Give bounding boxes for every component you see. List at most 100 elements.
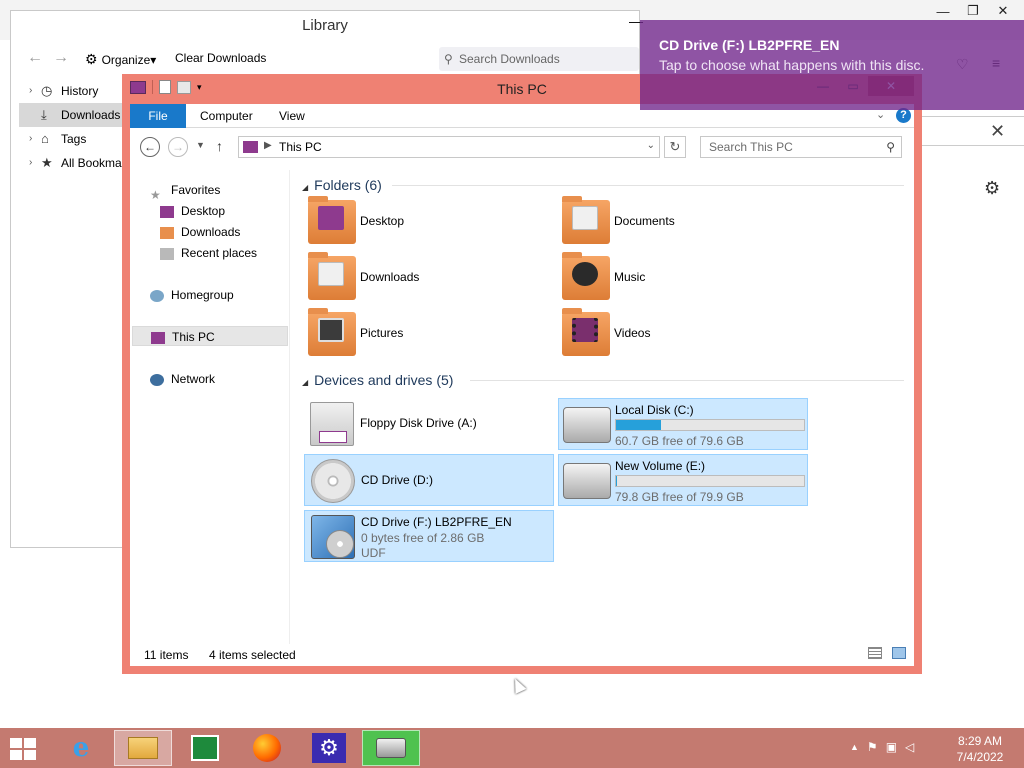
recent-locations-icon[interactable]: ▼ bbox=[196, 140, 205, 150]
explorer-body: File Computer View ⌄ ? ← → ▼ ↑ ▶ This PC… bbox=[130, 104, 914, 666]
search-downloads-input[interactable]: ⚲ Search Downloads bbox=[439, 47, 639, 71]
download-icon: ⤓ bbox=[41, 107, 47, 122]
file-explorer-taskbar-button[interactable] bbox=[114, 730, 172, 766]
firefox-taskbar-button[interactable] bbox=[238, 730, 296, 766]
show-hidden-icons-icon[interactable]: ▲ bbox=[850, 742, 859, 754]
settings-taskbar-button[interactable]: ⚙ bbox=[300, 730, 358, 766]
search-input[interactable]: Search This PC ⚲ bbox=[700, 136, 902, 158]
volume-muted-icon[interactable]: ◁ bbox=[905, 740, 914, 754]
firefox-close-button[interactable]: ✕ bbox=[988, 0, 1018, 22]
address-bar[interactable]: ▶ This PC ⌄ bbox=[238, 136, 660, 158]
cd-disc-icon bbox=[311, 459, 355, 503]
folders-group-header[interactable]: ◢ Folders (6) bbox=[302, 175, 382, 195]
clock-date: 7/4/2022 bbox=[956, 750, 1004, 764]
status-bar: 11 items 4 items selected bbox=[130, 644, 914, 666]
back-arrow-icon[interactable]: ← bbox=[27, 49, 43, 67]
nav-recent-places[interactable]: Recent places bbox=[160, 243, 257, 263]
gear-icon[interactable]: ⚙ bbox=[984, 178, 1000, 199]
nav-network[interactable]: Network bbox=[150, 369, 215, 389]
refresh-icon[interactable]: ↻ bbox=[664, 136, 686, 158]
nav-downloads[interactable]: Downloads bbox=[160, 222, 240, 242]
folder-music[interactable]: Music bbox=[558, 252, 808, 304]
tree-item-all-bookmarks[interactable]: › ★ All Bookmarks bbox=[19, 151, 129, 175]
dismiss-icon[interactable]: ✕ bbox=[990, 121, 1005, 142]
organize-label: Organize bbox=[101, 53, 151, 67]
library-title: Library bbox=[302, 17, 348, 34]
tree-item-tags[interactable]: › ⌂ Tags bbox=[19, 127, 129, 151]
large-icons-view-icon[interactable] bbox=[892, 647, 906, 659]
group-divider bbox=[392, 185, 904, 186]
group-header-label: Folders (6) bbox=[314, 177, 382, 193]
breadcrumb[interactable]: This PC bbox=[279, 140, 322, 154]
tab-file[interactable]: File bbox=[130, 104, 186, 128]
store-taskbar-button[interactable] bbox=[176, 730, 234, 766]
drive-local-c[interactable]: Local Disk (C:) 60.7 GB free of 79.6 GB bbox=[558, 398, 808, 450]
details-view-icon[interactable] bbox=[868, 647, 882, 659]
navigation-pane: ★ Favorites Desktop Downloads Recent plac… bbox=[130, 170, 290, 644]
drive-usage-bar bbox=[615, 475, 805, 487]
nav-this-pc[interactable]: This PC bbox=[132, 326, 288, 346]
collapse-icon: ◢ bbox=[302, 183, 309, 192]
drive-floppy-a[interactable]: Floppy Disk Drive (A:) bbox=[304, 398, 554, 450]
folder-pictures[interactable]: Pictures bbox=[304, 308, 554, 360]
recent-places-icon bbox=[160, 247, 174, 260]
action-center-flag-icon[interactable]: ⚑ bbox=[867, 740, 878, 754]
help-icon[interactable]: ? bbox=[896, 108, 911, 123]
folder-desktop[interactable]: Desktop bbox=[304, 196, 554, 248]
devices-group-header[interactable]: ◢ Devices and drives (5) bbox=[302, 370, 453, 390]
autoplay-toast[interactable]: CD Drive (F:) LB2PFRE_EN Tap to choose w… bbox=[640, 20, 1024, 110]
group-divider bbox=[470, 380, 904, 381]
nav-favorites[interactable]: ★ Favorites bbox=[150, 180, 220, 202]
chevron-right-icon: › bbox=[29, 157, 33, 168]
chevron-down-icon[interactable]: ⌄ bbox=[647, 140, 655, 151]
nav-desktop[interactable]: Desktop bbox=[160, 201, 225, 221]
drive-new-volume-e[interactable]: New Volume (E:) 79.8 GB free of 79.9 GB bbox=[558, 454, 808, 506]
tree-item-label: Tags bbox=[61, 132, 87, 146]
drive-name: CD Drive (F:) LB2PFRE_EN bbox=[361, 515, 512, 529]
folder-name: Documents bbox=[614, 214, 675, 228]
star-icon: ★ bbox=[41, 155, 53, 170]
quick-access-toolbar: ▾ bbox=[130, 80, 202, 94]
back-button[interactable]: ← bbox=[140, 137, 160, 157]
forward-button[interactable]: → bbox=[168, 137, 188, 157]
drive-cd-d[interactable]: CD Drive (D:) bbox=[304, 454, 554, 506]
organize-button[interactable]: ⚙ Organize▾ bbox=[85, 51, 156, 68]
new-folder-icon[interactable] bbox=[177, 80, 191, 94]
up-arrow-icon[interactable]: ↑ bbox=[216, 138, 223, 154]
network-icon[interactable]: ▣ bbox=[886, 740, 897, 754]
setup-taskbar-button[interactable] bbox=[362, 730, 420, 766]
folder-documents[interactable]: Documents bbox=[558, 196, 808, 248]
chevron-down-icon[interactable]: ▾ bbox=[197, 82, 202, 93]
tab-view[interactable]: View bbox=[279, 104, 305, 128]
tab-computer[interactable]: Computer bbox=[200, 104, 253, 128]
properties-icon[interactable] bbox=[159, 80, 171, 94]
internet-explorer-taskbar-button[interactable]: e bbox=[52, 730, 110, 766]
firefox-minimize-button[interactable]: — bbox=[928, 0, 958, 22]
folder-name: Downloads bbox=[360, 270, 420, 284]
toast-message: Tap to choose what happens with this dis… bbox=[659, 57, 925, 73]
clock[interactable]: 8:29 AM 7/4/2022 bbox=[950, 733, 1010, 765]
drive-usage-bar bbox=[615, 419, 805, 431]
tree-item-label: History bbox=[61, 84, 99, 98]
folder-downloads[interactable]: Downloads bbox=[304, 252, 554, 304]
downloads-folder-icon bbox=[308, 252, 356, 300]
tree-item-downloads[interactable]: ⤓ Downloads bbox=[19, 103, 129, 127]
drive-name: New Volume (E:) bbox=[615, 459, 706, 473]
folder-name: Videos bbox=[614, 326, 651, 340]
tree-item-history[interactable]: › ◷ History bbox=[19, 79, 129, 103]
videos-folder-icon bbox=[562, 308, 610, 356]
downloads-folder-icon bbox=[160, 226, 174, 239]
drive-cd-f[interactable]: CD Drive (F:) LB2PFRE_EN 0 bytes free of… bbox=[304, 510, 554, 562]
clear-downloads-button[interactable]: Clear Downloads bbox=[175, 51, 266, 65]
start-windows-icon[interactable] bbox=[10, 738, 38, 760]
drive-free-space: 60.7 GB free of 79.6 GB bbox=[615, 434, 744, 448]
group-header-label: Devices and drives (5) bbox=[314, 372, 454, 388]
folder-videos[interactable]: Videos bbox=[558, 308, 808, 360]
tree-item-label: Downloads bbox=[61, 108, 121, 122]
floppy-disk-icon bbox=[310, 402, 354, 446]
internet-explorer-icon: e bbox=[72, 733, 90, 763]
nav-homegroup[interactable]: Homegroup bbox=[150, 285, 234, 305]
firefox-icon bbox=[253, 734, 281, 762]
forward-arrow-icon[interactable]: → bbox=[53, 49, 69, 67]
firefox-restore-button[interactable]: ❐ bbox=[958, 0, 988, 22]
